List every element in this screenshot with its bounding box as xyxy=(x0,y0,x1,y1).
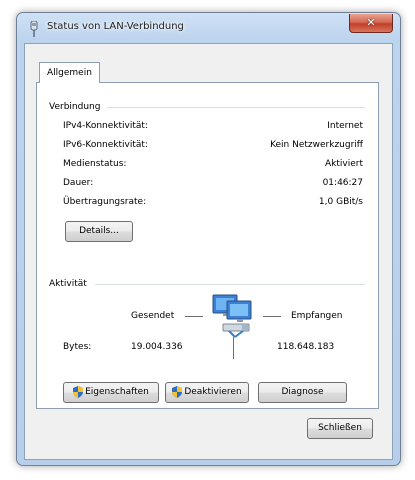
media-status-label: Medienstatus: xyxy=(63,159,127,169)
diagnose-button[interactable]: Diagnose xyxy=(258,382,347,403)
disable-button[interactable]: Deaktivieren xyxy=(165,382,249,403)
close-window-button[interactable]: ✕ xyxy=(349,14,393,33)
duration-value: 01:46:27 xyxy=(322,178,363,188)
connection-row-media-status: Medienstatus: Aktiviert xyxy=(63,159,363,171)
tab-panel-allgemein: Verbindung IPv4-Konnektivität: Internet … xyxy=(36,82,379,409)
disable-label: Deaktivieren xyxy=(184,387,242,397)
connection-row-speed: Übertragungsrate: 1,0 GBit/s xyxy=(63,197,363,209)
activity-group-title: Aktivität xyxy=(49,279,87,289)
ipv6-value: Kein Netzwerkzugriff xyxy=(270,140,363,150)
sent-dash xyxy=(185,316,203,317)
ipv4-label: IPv4-Konnektivität: xyxy=(63,121,148,131)
network-computers-icon xyxy=(212,294,252,338)
details-button[interactable]: Details... xyxy=(65,221,133,242)
media-status-value: Aktiviert xyxy=(325,159,363,169)
bytes-sent-value: 19.004.336 xyxy=(131,342,183,352)
close-button[interactable]: Schließen xyxy=(307,418,373,439)
network-plug-icon xyxy=(30,21,38,37)
window-title: Status von LAN-Verbindung xyxy=(47,21,184,32)
sent-label: Gesendet xyxy=(131,311,175,321)
ipv4-value: Internet xyxy=(327,121,363,131)
connection-row-duration: Dauer: 01:46:27 xyxy=(63,178,363,190)
received-dash xyxy=(263,316,281,317)
activity-separator xyxy=(233,337,234,359)
uac-shield-icon xyxy=(73,385,84,398)
connection-row-ipv4: IPv4-Konnektivität: Internet xyxy=(63,121,363,133)
received-label: Empfangen xyxy=(291,311,343,321)
title-bar[interactable]: Status von LAN-Verbindung ✕ xyxy=(17,13,400,43)
connection-row-ipv6: IPv6-Konnektivität: Kein Netzwerkzugriff xyxy=(63,140,363,152)
ipv6-label: IPv6-Konnektivität: xyxy=(63,140,148,150)
speed-value: 1,0 GBit/s xyxy=(318,197,363,207)
tab-allgemein[interactable]: Allgemein xyxy=(39,62,100,83)
uac-shield-icon xyxy=(172,385,183,398)
connection-group-divider xyxy=(107,107,365,108)
bytes-received-value: 118.648.183 xyxy=(277,342,335,352)
properties-label: Eigenschaften xyxy=(85,387,149,397)
dialog-window: Status von LAN-Verbindung ✕ Allgemein Ve… xyxy=(16,12,401,466)
duration-label: Dauer: xyxy=(63,178,94,188)
dialog-client-area: Allgemein Verbindung IPv4-Konnektivität:… xyxy=(24,43,393,460)
properties-button[interactable]: Eigenschaften xyxy=(63,382,159,403)
speed-label: Übertragungsrate: xyxy=(63,197,147,207)
bytes-label: Bytes: xyxy=(63,342,92,352)
connection-group-title: Verbindung xyxy=(49,102,101,112)
activity-group-divider xyxy=(95,284,365,285)
